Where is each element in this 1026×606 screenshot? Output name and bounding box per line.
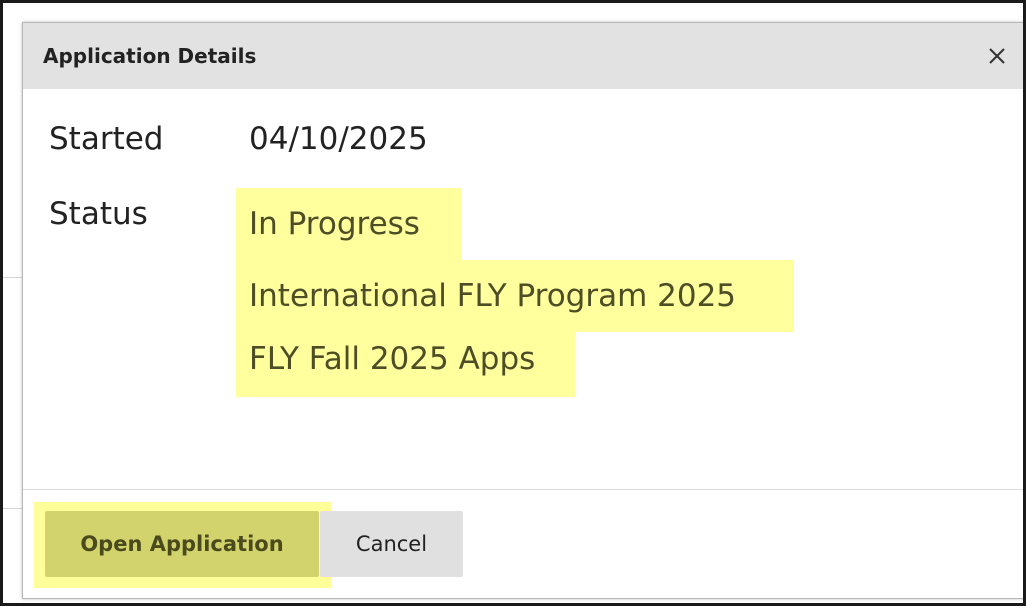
status-value: In Progress <box>236 188 461 260</box>
footer-divider <box>23 489 1023 490</box>
background-heading-fragment <box>3 315 9 351</box>
close-icon <box>989 48 1005 64</box>
status-application-cycle: FLY Fall 2025 Apps <box>236 321 575 397</box>
dialog-header: Application Details <box>23 23 1023 89</box>
close-button[interactable] <box>980 39 1014 73</box>
cancel-button[interactable]: Cancel <box>320 511 463 577</box>
open-application-button[interactable]: Open Application <box>45 511 319 577</box>
status-label: Status <box>49 196 148 232</box>
started-label: Started <box>49 121 164 157</box>
dialog-title: Application Details <box>43 44 257 68</box>
started-value: 04/10/2025 <box>249 121 428 157</box>
screen-frame: Application Details Started 04/10/2025 S… <box>0 0 1026 606</box>
application-details-dialog: Application Details Started 04/10/2025 S… <box>22 22 1023 599</box>
